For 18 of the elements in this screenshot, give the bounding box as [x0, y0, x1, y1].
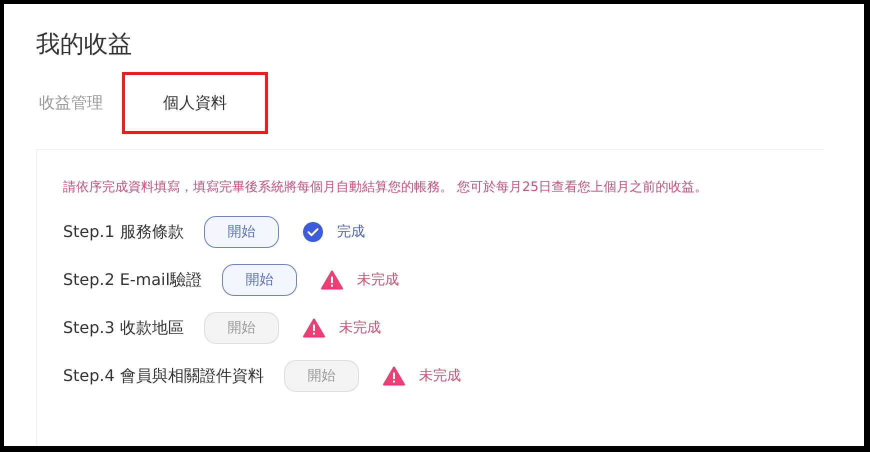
step-label: Step.4 會員與相關證件資料: [63, 365, 264, 387]
step-label: Step.2 E-mail驗證: [63, 269, 202, 291]
status-text: 完成: [336, 222, 365, 242]
tab[interactable]: 個人資料: [122, 72, 268, 134]
status-text: 未完成: [418, 366, 461, 386]
warning-icon: [320, 270, 343, 290]
step-label: Step.3 收款地區: [63, 317, 184, 339]
notice-text: 請依序完成資料填寫，填寫完畢後系統將每個月自動結算您的帳務。 您可於每月25日查看您上個月之前的收益。: [63, 179, 708, 197]
check-circle-icon: [302, 222, 323, 242]
step-label: Step.1 服務條款: [63, 221, 184, 243]
warning-icon: [382, 366, 405, 386]
status-text: 未完成: [356, 270, 399, 290]
start-button[interactable]: 開始: [204, 216, 279, 248]
start-button[interactable]: 開始: [222, 264, 297, 296]
tab[interactable]: 收益管理: [36, 72, 122, 134]
status-text: 未完成: [338, 318, 381, 338]
page-title: 我的收益: [36, 29, 132, 60]
warning-icon: [302, 318, 325, 338]
